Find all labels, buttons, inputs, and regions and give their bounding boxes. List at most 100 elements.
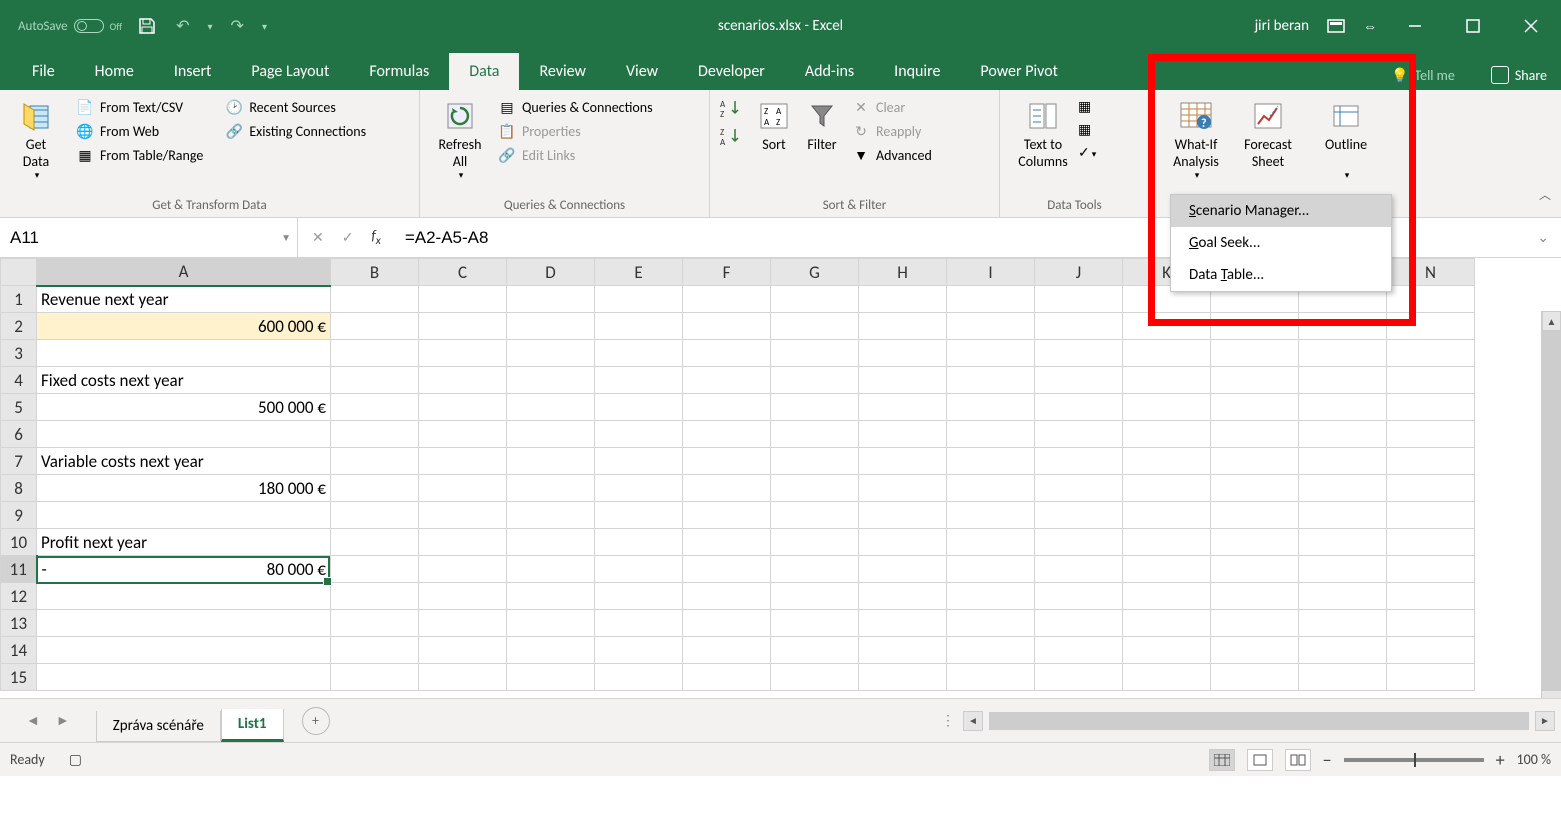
remove-duplicates-button[interactable]: ▦ bbox=[1078, 121, 1096, 138]
goal-seek-item[interactable]: Goal Seek... bbox=[1171, 227, 1391, 259]
tab-inquire[interactable]: Inquire bbox=[874, 53, 960, 90]
vertical-scrollbar[interactable]: ▲ ▼ bbox=[1541, 311, 1561, 742]
restore-arrows-icon[interactable]: ⇔ bbox=[1363, 18, 1377, 35]
row-header-11[interactable]: 11 bbox=[1, 556, 37, 583]
tab-developer[interactable]: Developer bbox=[678, 53, 785, 90]
col-header-D[interactable]: D bbox=[507, 259, 595, 286]
tab-data[interactable]: Data bbox=[449, 53, 519, 90]
cell-A11[interactable]: -80 000 € bbox=[37, 556, 331, 583]
sort-desc-button[interactable]: ZA bbox=[720, 126, 744, 146]
enter-formula-button[interactable]: ✓ bbox=[342, 229, 354, 246]
tab-powerpivot[interactable]: Power Pivot bbox=[960, 53, 1078, 90]
from-web-button[interactable]: 🌐From Web bbox=[70, 120, 209, 142]
existing-connections-button[interactable]: 🔗Existing Connections bbox=[219, 120, 372, 142]
filter-button[interactable]: Filter bbox=[798, 94, 846, 157]
col-header-B[interactable]: B bbox=[331, 259, 419, 286]
row-header-2[interactable]: 2 bbox=[1, 313, 37, 340]
queries-connections-button[interactable]: ▤Queries & Connections bbox=[492, 96, 659, 118]
minimize-button[interactable] bbox=[1395, 10, 1435, 42]
tab-home[interactable]: Home bbox=[75, 53, 154, 90]
macro-record-icon[interactable]: ▢ bbox=[69, 751, 82, 768]
ribbon-display-options-icon[interactable] bbox=[1327, 19, 1345, 33]
refresh-all-button[interactable]: Refresh All▾ bbox=[428, 94, 492, 185]
sheet-nav-prev[interactable]: ◄ bbox=[26, 712, 40, 729]
search-icon[interactable]: 💡 bbox=[1391, 67, 1408, 84]
horizontal-scrollbar[interactable] bbox=[989, 712, 1529, 730]
tab-review[interactable]: Review bbox=[519, 53, 606, 90]
add-sheet-button[interactable]: + bbox=[302, 707, 330, 735]
tab-view[interactable]: View bbox=[606, 53, 678, 90]
col-header-H[interactable]: H bbox=[859, 259, 947, 286]
row-header-13[interactable]: 13 bbox=[1, 610, 37, 637]
row-header-5[interactable]: 5 bbox=[1, 394, 37, 421]
col-header-G[interactable]: G bbox=[771, 259, 859, 286]
text-to-columns-button[interactable]: Text to Columns bbox=[1008, 94, 1078, 174]
zoom-out-button[interactable]: − bbox=[1323, 749, 1332, 771]
view-page-break-button[interactable] bbox=[1285, 749, 1311, 771]
name-box-dropdown[interactable]: ▼ bbox=[281, 231, 291, 244]
sort-button[interactable]: ZAAZ Sort bbox=[750, 94, 798, 157]
row-header-10[interactable]: 10 bbox=[1, 529, 37, 556]
recent-sources-button[interactable]: 🕑Recent Sources bbox=[219, 96, 372, 118]
user-name[interactable]: jiri beran bbox=[1255, 17, 1309, 35]
zoom-slider[interactable] bbox=[1344, 758, 1484, 762]
scroll-right-button[interactable]: ► bbox=[1535, 711, 1555, 731]
cell-A2[interactable]: 600 000 € bbox=[37, 313, 331, 340]
sheet-tab-1[interactable]: Zpráva scénáře bbox=[96, 711, 221, 742]
scroll-up-button[interactable]: ▲ bbox=[1542, 311, 1561, 331]
tab-page-layout[interactable]: Page Layout bbox=[231, 53, 349, 90]
select-all-button[interactable] bbox=[1, 259, 37, 286]
vscroll-thumb[interactable] bbox=[1542, 331, 1561, 691]
zoom-in-button[interactable]: + bbox=[1496, 749, 1505, 771]
cell-A4[interactable]: Fixed costs next year bbox=[37, 367, 331, 394]
row-header-3[interactable]: 3 bbox=[1, 340, 37, 367]
view-normal-button[interactable] bbox=[1209, 749, 1235, 771]
outline-button[interactable]: Outline▾ bbox=[1318, 94, 1374, 185]
expand-formula-bar-button[interactable]: ⌄ bbox=[1525, 229, 1561, 246]
cell-A10[interactable]: Profit next year bbox=[37, 529, 331, 556]
row-header-7[interactable]: 7 bbox=[1, 448, 37, 475]
collapse-ribbon-button[interactable]: ︿ bbox=[1539, 186, 1551, 203]
close-button[interactable] bbox=[1511, 10, 1551, 42]
flash-fill-button[interactable]: ▦ bbox=[1078, 98, 1096, 115]
cancel-formula-button[interactable]: ✕ bbox=[312, 229, 324, 246]
row-header-6[interactable]: 6 bbox=[1, 421, 37, 448]
tab-insert[interactable]: Insert bbox=[154, 53, 232, 90]
advanced-button[interactable]: ▼Advanced bbox=[846, 144, 938, 166]
zoom-level[interactable]: 100 % bbox=[1517, 751, 1551, 768]
data-table-item[interactable]: Data Table... bbox=[1171, 259, 1391, 291]
scenario-manager-item[interactable]: SScenario Manager...cenario Manager... bbox=[1171, 195, 1391, 227]
col-header-J[interactable]: J bbox=[1035, 259, 1123, 286]
redo-icon[interactable]: ↷ bbox=[227, 16, 248, 36]
tab-formulas[interactable]: Formulas bbox=[349, 53, 449, 90]
name-box[interactable]: ▼ bbox=[0, 218, 298, 257]
row-header-8[interactable]: 8 bbox=[1, 475, 37, 502]
get-data-button[interactable]: Get Data▾ bbox=[8, 94, 64, 185]
sheet-nav-next[interactable]: ► bbox=[56, 712, 70, 729]
tab-addins[interactable]: Add-ins bbox=[785, 53, 874, 90]
qat-customize[interactable]: ▾ bbox=[260, 20, 269, 33]
cell-A1[interactable]: Revenue next year bbox=[37, 286, 331, 313]
col-header-C[interactable]: C bbox=[419, 259, 507, 286]
hscroll-splitter[interactable]: ⋮ bbox=[941, 712, 963, 729]
sort-asc-button[interactable]: AZ bbox=[720, 98, 744, 118]
row-header-9[interactable]: 9 bbox=[1, 502, 37, 529]
row-header-14[interactable]: 14 bbox=[1, 637, 37, 664]
col-header-N[interactable]: N bbox=[1387, 259, 1475, 286]
row-header-1[interactable]: 1 bbox=[1, 286, 37, 313]
autosave-toggle[interactable]: AutoSave Off bbox=[18, 19, 122, 34]
col-header-I[interactable]: I bbox=[947, 259, 1035, 286]
scroll-left-button[interactable]: ◄ bbox=[963, 711, 983, 731]
sheet-tab-2[interactable]: List1 bbox=[221, 709, 284, 742]
cell-A7[interactable]: Variable costs next year bbox=[37, 448, 331, 475]
from-table-range-button[interactable]: ▦From Table/Range bbox=[70, 144, 209, 166]
cell-A8[interactable]: 180 000 € bbox=[37, 475, 331, 502]
col-header-E[interactable]: E bbox=[595, 259, 683, 286]
cell-A5[interactable]: 500 000 € bbox=[37, 394, 331, 421]
row-header-4[interactable]: 4 bbox=[1, 367, 37, 394]
tell-me[interactable]: Tell me bbox=[1415, 67, 1455, 84]
share-button[interactable]: Share bbox=[1515, 67, 1547, 84]
spreadsheet-grid[interactable]: A B C D E F G H I J K L M N 1Revenue nex… bbox=[0, 258, 1561, 698]
hscroll-thumb[interactable] bbox=[990, 713, 1528, 729]
name-box-input[interactable] bbox=[10, 228, 287, 248]
